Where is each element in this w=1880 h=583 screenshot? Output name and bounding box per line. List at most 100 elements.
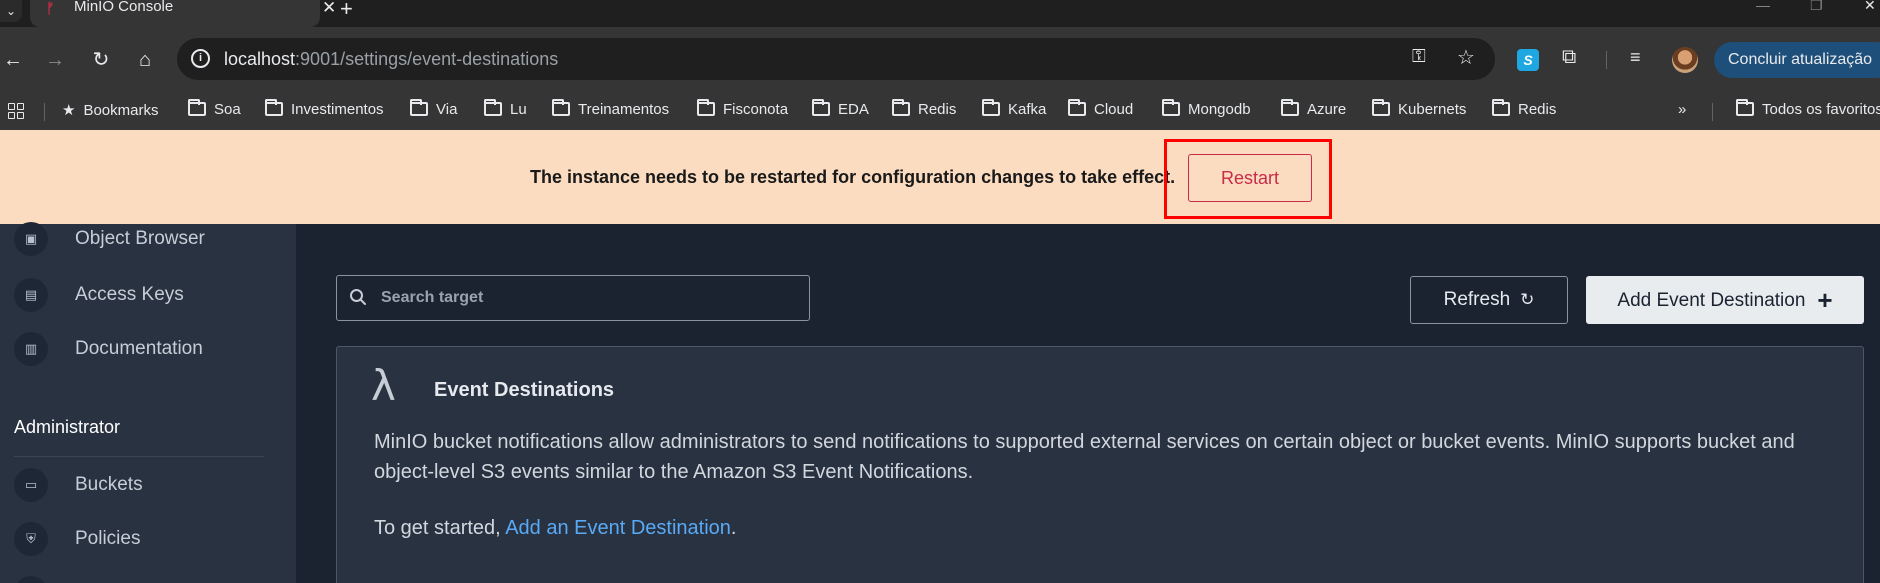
- get-started-suffix: .: [730, 517, 737, 539]
- tab-close-icon[interactable]: ✕: [322, 0, 336, 18]
- search-input[interactable]: [381, 284, 781, 312]
- folder-icon: [410, 99, 428, 116]
- sidebar-item-object-browser[interactable]: ▣ Object Browser: [14, 222, 284, 256]
- new-tab-icon[interactable]: +: [340, 0, 353, 22]
- object-browser-icon: ▣: [14, 222, 48, 256]
- sidebar-item-label: Buckets: [75, 474, 143, 495]
- bookmark-folder[interactable]: Kubernets: [1372, 99, 1466, 118]
- back-icon[interactable]: ←: [0, 47, 26, 73]
- extension-s-icon[interactable]: S: [1517, 49, 1539, 71]
- extensions-puzzle-icon[interactable]: ⧉: [1562, 46, 1576, 69]
- forward-icon[interactable]: →: [42, 47, 68, 73]
- folder-icon: [982, 99, 1000, 116]
- refresh-icon: ↻: [1520, 290, 1535, 309]
- bookmark-folder[interactable]: EDA: [812, 99, 869, 118]
- sidebar-item-label: Object Browser: [75, 228, 205, 249]
- toolbar-separator: [1606, 51, 1607, 69]
- sidebar-item-label: Documentation: [75, 338, 203, 359]
- restart-message: The instance needs to be restarted for c…: [530, 167, 1176, 187]
- folder-icon: [1736, 99, 1754, 116]
- window-close-icon[interactable]: ✕: [1864, 0, 1876, 14]
- folder-icon: [188, 99, 206, 116]
- folder-icon: [552, 99, 570, 116]
- bookmark-folder[interactable]: Redis: [892, 99, 956, 118]
- reading-list-icon[interactable]: ≡: [1630, 47, 1641, 68]
- get-started-prefix: To get started,: [374, 517, 506, 539]
- folder-icon: [697, 99, 715, 116]
- bookmark-folder[interactable]: Kafka: [982, 99, 1046, 118]
- apps-grid-icon[interactable]: [8, 103, 24, 119]
- minimize-icon[interactable]: —: [1756, 0, 1770, 13]
- sidebar-item-partial[interactable]: [14, 576, 284, 583]
- tab-title: MinIO Console: [74, 0, 174, 15]
- sidebar-item-access-keys[interactable]: ▤ Access Keys: [14, 278, 284, 312]
- card-description: MinIO bucket notifications allow adminis…: [374, 431, 1795, 483]
- browser-tab-strip: ⌄ ᚠ MinIO Console ✕ + — ❐ ✕: [0, 0, 1880, 27]
- search-box[interactable]: [336, 275, 810, 321]
- folder-icon: [892, 99, 910, 116]
- bookmark-folder[interactable]: Treinamentos: [552, 99, 669, 118]
- documentation-icon: ▥: [14, 332, 48, 366]
- sidebar: ▣ Object Browser ▤ Access Keys ▥ Documen…: [0, 222, 296, 583]
- bookmark-folder[interactable]: Lu: [484, 99, 527, 118]
- sidebar-item-icon: [14, 576, 48, 583]
- event-destinations-info-card: λ Event Destinations MinIO bucket notifi…: [336, 346, 1864, 583]
- site-info-icon[interactable]: i: [191, 49, 210, 68]
- bookmark-folder[interactable]: Fisconota: [697, 99, 788, 118]
- refresh-label: Refresh: [1443, 289, 1511, 310]
- password-key-icon[interactable]: ⚿: [1412, 46, 1426, 67]
- sidebar-item-label: Access Keys: [75, 284, 184, 305]
- browser-toolbar: ← → ↻ ⌂ i localhost:9001/settings/event-…: [0, 27, 1880, 94]
- bookmarks-bar: ★ Bookmarks Soa Investimentos Via Lu Trei…: [0, 94, 1880, 130]
- add-event-destination-button[interactable]: Add Event Destination +: [1586, 276, 1864, 324]
- sidebar-item-documentation[interactable]: ▥ Documentation: [14, 332, 284, 366]
- home-icon[interactable]: ⌂: [132, 47, 158, 73]
- all-bookmarks-folder[interactable]: Todos os favoritos: [1736, 99, 1880, 118]
- star-icon: ★: [62, 102, 76, 119]
- bookmark-folder[interactable]: Investimentos: [265, 99, 384, 118]
- folder-icon: [1162, 99, 1180, 116]
- main-content: Refresh ↻ Add Event Destination + λ Event …: [296, 224, 1880, 583]
- restart-banner: The instance needs to be restarted for c…: [0, 130, 1880, 224]
- card-title: Event Destinations: [434, 379, 615, 401]
- bookmark-folder[interactable]: Via: [410, 99, 457, 118]
- buckets-icon: ▭: [14, 468, 48, 502]
- restore-icon[interactable]: ❐: [1810, 0, 1823, 14]
- add-label: Add Event Destination: [1617, 289, 1806, 311]
- policies-icon: ⛨: [14, 522, 48, 556]
- profile-avatar[interactable]: [1672, 47, 1698, 73]
- bookmark-folder[interactable]: Soa: [188, 99, 241, 118]
- address-bar[interactable]: i localhost:9001/settings/event-destinat…: [177, 38, 1495, 80]
- search-icon: [350, 289, 366, 305]
- get-started-text: To get started, Add an Event Destination…: [374, 517, 736, 540]
- bookmarks-separator: [1712, 103, 1713, 121]
- folder-icon: [812, 99, 830, 116]
- sidebar-item-buckets[interactable]: ▭ Buckets: [14, 468, 284, 502]
- sidebar-item-label: Policies: [75, 528, 141, 549]
- update-button[interactable]: Concluir atualização: [1714, 42, 1880, 78]
- reload-icon[interactable]: ↻: [88, 47, 114, 73]
- tab-search-chevron-icon[interactable]: ⌄: [0, 0, 22, 22]
- bookmark-star-icon[interactable]: ☆: [1457, 45, 1475, 70]
- bookmark-folder[interactable]: Redis: [1492, 99, 1556, 118]
- refresh-button[interactable]: Refresh ↻: [1410, 276, 1568, 324]
- bookmark-folder[interactable]: Cloud: [1068, 99, 1133, 118]
- sidebar-section-heading: Administrator: [14, 417, 121, 437]
- folder-icon: [1281, 99, 1299, 116]
- bookmark-folder[interactable]: Azure: [1281, 99, 1346, 118]
- url-text[interactable]: localhost:9001/settings/event-destinatio…: [224, 49, 558, 70]
- screen: ⌄ ᚠ MinIO Console ✕ + — ❐ ✕ ← → ↻ ⌂ i lo…: [0, 0, 1880, 583]
- add-event-destination-link[interactable]: Add an Event Destination: [505, 517, 731, 539]
- access-keys-icon: ▤: [14, 278, 48, 312]
- browser-tab[interactable]: ᚠ MinIO Console ✕: [30, 0, 336, 27]
- restart-button[interactable]: Restart: [1188, 154, 1312, 202]
- bookmark-folder[interactable]: Mongodb: [1162, 99, 1251, 118]
- bookmarks-separator: [44, 103, 45, 121]
- folder-icon: [1492, 99, 1510, 116]
- folder-icon: [1372, 99, 1390, 116]
- sidebar-item-policies[interactable]: ⛨ Policies: [14, 522, 284, 556]
- folder-icon: [484, 99, 502, 116]
- bookmarks-overflow-icon[interactable]: »: [1678, 101, 1686, 118]
- folder-icon: [1068, 99, 1086, 116]
- bookmark-item[interactable]: ★ Bookmarks: [62, 101, 158, 119]
